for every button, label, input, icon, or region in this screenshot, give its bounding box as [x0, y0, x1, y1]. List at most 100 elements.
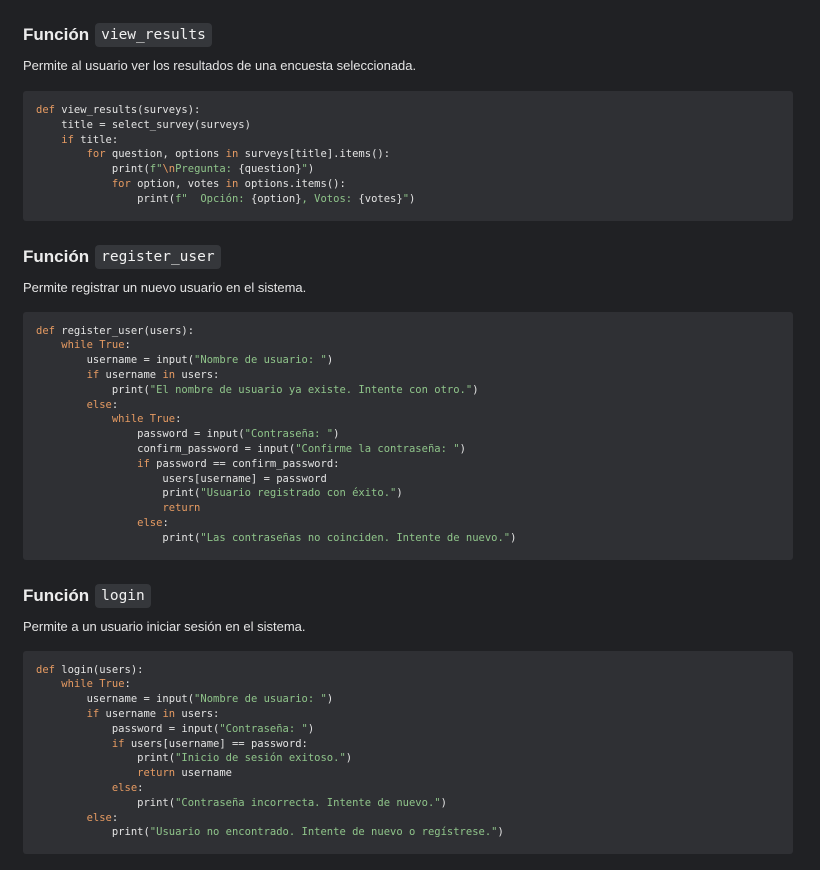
code-keyword: for: [111, 177, 131, 190]
code-line: password = input("Contraseña: "): [36, 427, 780, 442]
code-text: surveys[title].items():: [238, 148, 391, 161]
code-line: else:: [36, 811, 780, 826]
heading-function-name: register_user: [95, 244, 221, 269]
code-block[interactable]: def login(users): while True: username =…: [23, 650, 793, 855]
code-string: "Nombre de usuario: ": [194, 693, 327, 706]
code-text: users:: [175, 368, 220, 381]
code-text: title:: [73, 133, 119, 146]
code-keyword: def: [36, 324, 55, 337]
code-line: users[username] = password: [36, 472, 780, 487]
code-string: f": [149, 163, 163, 176]
code-keyword: else: [111, 781, 138, 794]
code-text: ): [333, 428, 340, 441]
code-string: "Las contraseñas no coinciden. Intente d…: [200, 531, 511, 544]
code-text: {option}: [250, 192, 302, 205]
heading-function-name: login: [95, 583, 151, 608]
section-heading: Función view_results: [23, 21, 793, 49]
code-line: if title:: [36, 133, 780, 148]
code-line: print("Usuario registrado con éxito."): [36, 486, 780, 501]
code-string: , Votos:: [301, 192, 359, 205]
code-text: register_user(users):: [54, 324, 195, 337]
code-keyword: while: [61, 678, 93, 691]
section-view-results: Función view_results Permite al usuario …: [0, 0, 820, 221]
code-line: print("Las contraseñas no coinciden. Int…: [36, 531, 780, 546]
code-keyword: in: [162, 368, 176, 381]
heading-prefix: Función: [23, 585, 90, 605]
code-line: password = input("Contraseña: "): [36, 722, 780, 737]
code-text: title = select_survey(surveys): [36, 118, 251, 131]
code-string: "Nombre de usuario: ": [194, 354, 327, 367]
code-text: print(: [36, 826, 150, 839]
code-keyword: def: [36, 104, 55, 116]
code-text: password = input(: [36, 722, 220, 735]
code-text: username = input(: [36, 354, 195, 367]
code-text: :: [175, 413, 182, 426]
code-keyword: if: [86, 707, 100, 720]
code-keyword: in: [162, 707, 176, 720]
code-line: def register_user(users):: [36, 324, 780, 339]
code-line: print("Contraseña incorrecta. Intente de…: [36, 796, 780, 811]
code-text: print(: [36, 383, 150, 396]
code-text: username: [175, 767, 232, 780]
code-block[interactable]: def register_user(users): while True: us…: [23, 311, 793, 560]
code-text: password == confirm_password:: [149, 457, 340, 470]
code-text: username: [99, 707, 163, 720]
code-keyword: else: [86, 811, 112, 824]
code-keyword: True: [149, 413, 176, 426]
code-string: "Inicio de sesión exitoso.": [175, 752, 346, 765]
code-line: return username: [36, 766, 780, 781]
code-text: ): [409, 192, 416, 205]
code-keyword: in: [225, 148, 239, 161]
code-text: {question}: [238, 163, 302, 176]
code-text: print(: [36, 796, 176, 809]
code-string: "Usuario no encontrado. Intente de nuevo…: [149, 826, 498, 839]
code-string: f" Opción:: [175, 192, 251, 205]
code-line: while True:: [36, 677, 780, 692]
code-line: else:: [36, 398, 780, 413]
code-string: "El nombre de usuario ya existe. Intente…: [149, 383, 473, 396]
heading-prefix: Función: [23, 246, 90, 266]
code-text: {votes}: [358, 192, 403, 205]
code-string: \n: [162, 163, 176, 176]
code-line: username = input("Nombre de usuario: "): [36, 692, 780, 707]
code-text: print(: [36, 163, 150, 176]
code-text: print(: [36, 487, 201, 500]
code-text: view_results(surveys):: [54, 104, 201, 116]
code-string: Pregunta:: [175, 163, 239, 176]
code-keyword: if: [61, 133, 74, 146]
code-keyword: if: [137, 457, 150, 470]
code-text: users[username] = password: [36, 472, 327, 485]
code-keyword: else: [86, 398, 112, 411]
code-keyword: True: [99, 678, 125, 691]
code-text: login(users):: [54, 663, 144, 676]
section-login: Función login Permite a un usuario inici…: [0, 560, 820, 855]
code-string: "Confirme la contraseña: ": [295, 442, 460, 455]
code-line: if username in users:: [36, 368, 780, 383]
code-line: print(f"\nPregunta: {question}"): [36, 162, 780, 177]
document: Función view_results Permite al usuario …: [0, 0, 820, 855]
code-line: while True:: [36, 338, 780, 353]
code-keyword: while: [61, 339, 93, 352]
code-text: users[username] == password:: [124, 737, 308, 750]
code-string: "Usuario registrado con éxito.": [200, 487, 397, 500]
code-text: :: [124, 678, 131, 691]
code-text: option, votes: [130, 177, 226, 190]
code-text: :: [124, 339, 131, 352]
code-line: else:: [36, 516, 780, 531]
code-line: print(f" Opción: {option}, Votos: {votes…: [36, 192, 780, 207]
code-line: username = input("Nombre de usuario: "): [36, 353, 780, 368]
code-text: password = input(: [36, 428, 245, 441]
code-line: print("Usuario no encontrado. Intente de…: [36, 825, 780, 840]
code-keyword: while: [111, 413, 144, 426]
code-text: :: [111, 811, 119, 824]
code-block[interactable]: def view_results(surveys): title = selec…: [23, 91, 793, 221]
code-text: ): [307, 163, 315, 176]
